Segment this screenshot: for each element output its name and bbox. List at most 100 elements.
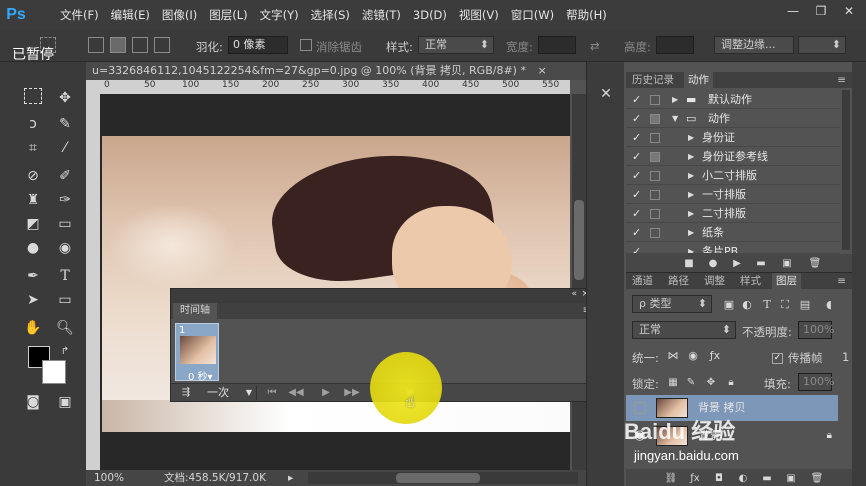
- unify-style-icon[interactable]: ƒx: [704, 346, 726, 366]
- next-frame-icon[interactable]: ▶▶: [343, 384, 361, 402]
- trash-icon[interactable]: 🗑︎: [806, 469, 828, 486]
- action-row[interactable]: ✓ ▶ 小二寸排版: [626, 166, 840, 185]
- filter-shape-icon[interactable]: ⛶: [774, 295, 796, 315]
- screen-mode-icon[interactable]: ▣: [54, 392, 76, 412]
- refine-edge-button[interactable]: 调整边缘...: [714, 36, 794, 54]
- close-tab-icon[interactable]: ×: [537, 64, 546, 77]
- feather-input[interactable]: 0 像素: [228, 36, 288, 54]
- swap-icon[interactable]: ⇄: [590, 39, 600, 53]
- tab-actions[interactable]: 动作: [684, 72, 713, 88]
- check-icon[interactable]: ✓: [632, 147, 641, 166]
- pen-tool-icon[interactable]: ✒: [22, 266, 44, 286]
- expand-arrow-icon[interactable]: ▶: [688, 223, 694, 242]
- panel-scrollbar[interactable]: [852, 62, 866, 486]
- dialog-toggle[interactable]: [650, 209, 660, 219]
- expand-arrow-icon[interactable]: ▶: [672, 90, 678, 109]
- fill-input[interactable]: 100%: [798, 373, 834, 391]
- zoom-tool-icon[interactable]: 🔍︎: [54, 318, 76, 338]
- layer-style-icon[interactable]: ƒx: [684, 469, 706, 486]
- check-icon[interactable]: ✓: [632, 166, 641, 185]
- expand-arrow-icon[interactable]: ▶: [688, 185, 694, 204]
- menu-file[interactable]: 文件(F): [54, 7, 105, 23]
- healing-brush-tool-icon[interactable]: ⊘: [22, 166, 44, 186]
- loop-select[interactable]: 一次 ▼: [201, 386, 257, 400]
- hand-tool-icon[interactable]: ✋: [22, 318, 44, 338]
- add-selection-icon[interactable]: [110, 37, 126, 53]
- menu-image[interactable]: 图像(I): [156, 7, 203, 23]
- expand-arrow-icon[interactable]: ▶: [688, 204, 694, 223]
- tab-history[interactable]: 历史记录: [628, 72, 678, 88]
- background-color-swatch[interactable]: [42, 360, 66, 384]
- check-icon[interactable]: ✓: [632, 128, 641, 147]
- check-icon[interactable]: ✓: [632, 204, 641, 223]
- tab-channels[interactable]: 通道: [628, 273, 657, 289]
- convert-timeline-icon[interactable]: ⇶: [175, 384, 197, 402]
- menu-edit[interactable]: 编辑(E): [105, 7, 156, 23]
- visibility-toggle[interactable]: [634, 402, 646, 414]
- tab-paths[interactable]: 路径: [664, 273, 693, 289]
- tab-adjustments[interactable]: 调整: [700, 273, 729, 289]
- check-icon[interactable]: ✓: [632, 223, 641, 242]
- brush-tool-icon[interactable]: ✐: [54, 166, 76, 186]
- action-row[interactable]: ✓ ▶ 一寸排版: [626, 185, 840, 204]
- expand-arrow-icon[interactable]: ▶: [688, 147, 694, 166]
- record-icon[interactable]: ●: [702, 254, 724, 274]
- new-action-icon[interactable]: ▣: [776, 254, 798, 274]
- eyedropper-tool-icon[interactable]: ⁄: [54, 138, 76, 158]
- dialog-toggle[interactable]: [650, 152, 660, 162]
- width-input[interactable]: [538, 36, 576, 54]
- check-icon[interactable]: ✓: [632, 109, 641, 128]
- subtract-selection-icon[interactable]: [132, 37, 148, 53]
- menu-3d[interactable]: 3D(D): [407, 8, 453, 22]
- trash-icon[interactable]: 🗑︎: [804, 254, 826, 274]
- menu-help[interactable]: 帮助(H): [560, 7, 613, 23]
- check-icon[interactable]: ✓: [632, 185, 641, 204]
- panel-menu-icon[interactable]: ≡: [833, 72, 850, 88]
- new-layer-icon[interactable]: ▣: [780, 469, 802, 486]
- action-row[interactable]: ✓ ▶ 身份证: [626, 128, 840, 147]
- tab-timeline[interactable]: 时间轴: [173, 303, 217, 319]
- menu-window[interactable]: 窗口(W): [505, 7, 560, 23]
- restore-button[interactable]: ❐: [810, 4, 832, 20]
- tab-layers[interactable]: 图层: [772, 273, 801, 289]
- link-layers-icon[interactable]: ⛓: [660, 469, 682, 486]
- height-input[interactable]: [656, 36, 694, 54]
- adjustment-layer-icon[interactable]: ◐: [732, 469, 754, 486]
- quick-mask-icon[interactable]: ◙: [22, 392, 44, 412]
- eraser-tool-icon[interactable]: ◩: [22, 214, 44, 234]
- action-row[interactable]: ✓ ▶ 纸条: [626, 223, 840, 242]
- actions-scrollbar[interactable]: [842, 90, 850, 250]
- filter-toggle-icon[interactable]: ◖: [818, 295, 840, 315]
- vertical-scrollbar[interactable]: [572, 94, 586, 470]
- check-icon[interactable]: ✓: [632, 242, 641, 253]
- dialog-toggle[interactable]: [650, 114, 660, 124]
- menu-layer[interactable]: 图层(L): [203, 7, 253, 23]
- tools-panel-icon[interactable]: ✕: [595, 84, 617, 104]
- style-select[interactable]: 正常 ⬍: [418, 36, 494, 54]
- expand-arrow-icon[interactable]: ▶: [688, 166, 694, 185]
- action-set-row[interactable]: ✓ ▶ ▬ 默认动作: [626, 90, 840, 109]
- menu-filter[interactable]: 滤镜(T): [356, 7, 407, 23]
- expand-arrow-icon[interactable]: ▶: [688, 242, 694, 253]
- expand-arrow-icon[interactable]: ▶: [688, 128, 694, 147]
- tab-styles[interactable]: 样式: [736, 273, 765, 289]
- dialog-toggle[interactable]: [650, 171, 660, 181]
- new-set-icon[interactable]: ▬: [750, 254, 772, 274]
- horizontal-scroll-thumb[interactable]: [396, 473, 480, 483]
- blend-mode-select[interactable]: 正常 ⬍: [632, 321, 736, 339]
- shape-tool-icon[interactable]: ▭: [54, 290, 76, 310]
- lasso-tool-icon[interactable]: ↄ: [22, 114, 44, 134]
- new-group-icon[interactable]: ▬: [756, 469, 778, 486]
- action-row[interactable]: ✓ ▶ 二寸排版: [626, 204, 840, 223]
- vertical-scroll-thumb[interactable]: [574, 200, 584, 280]
- collapse-icon[interactable]: «: [571, 289, 577, 299]
- animation-frame[interactable]: 1 0 秒▾: [175, 323, 219, 383]
- timeline-title-bar[interactable]: « ×: [171, 289, 595, 303]
- opacity-input[interactable]: 100%: [798, 321, 834, 339]
- workspace-select[interactable]: ⬍: [798, 36, 846, 54]
- crop-tool-icon[interactable]: ⌗: [22, 138, 44, 158]
- dialog-toggle[interactable]: [650, 228, 660, 238]
- layer-filter-select[interactable]: ρ 类型 ⬍: [632, 295, 712, 313]
- zoom-level[interactable]: 100%: [94, 470, 124, 486]
- gradient-tool-icon[interactable]: ▭: [54, 214, 76, 234]
